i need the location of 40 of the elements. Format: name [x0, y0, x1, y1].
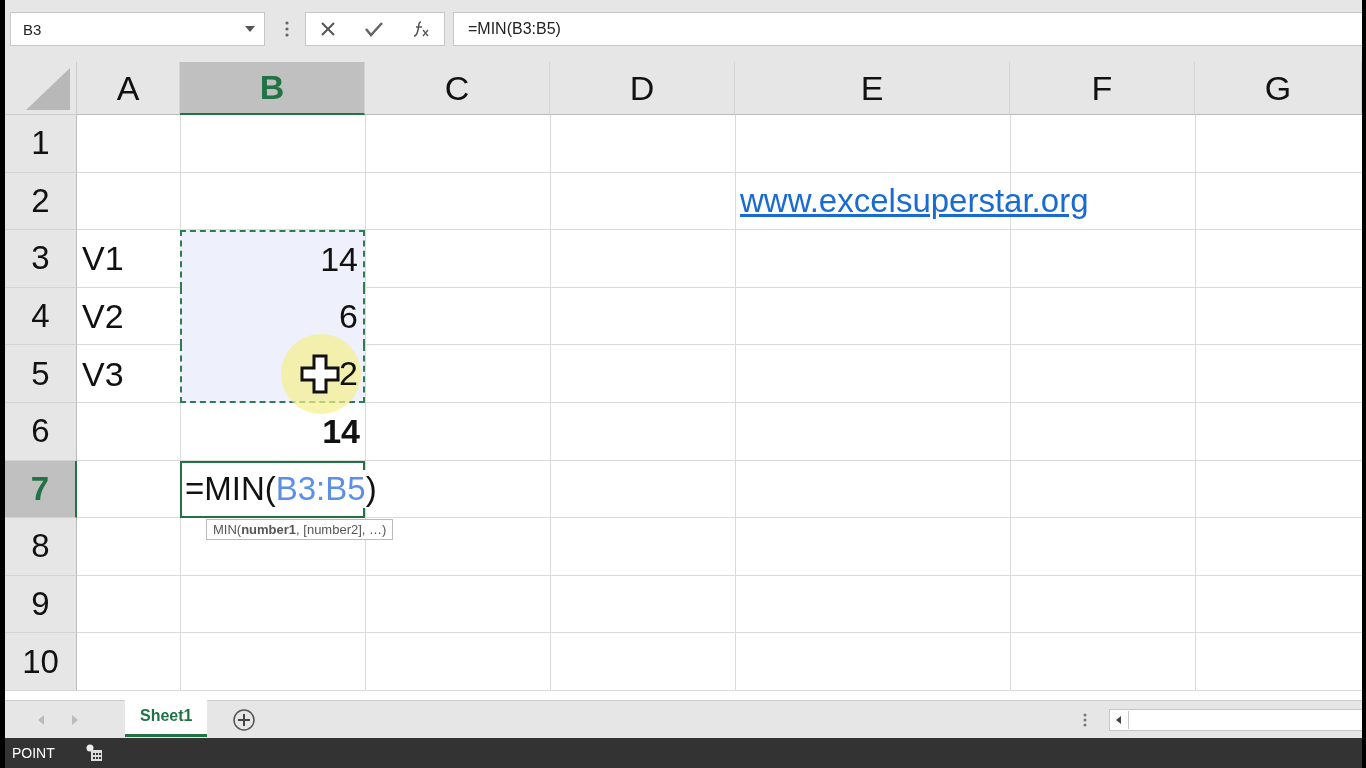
dropdown-caret-icon[interactable] — [244, 25, 256, 33]
cancel-icon[interactable] — [320, 21, 336, 37]
cell-value: 14 — [320, 240, 358, 280]
calculator-icon[interactable] — [84, 744, 103, 762]
row-header[interactable]: 8 — [5, 518, 77, 576]
checkmark-icon[interactable] — [364, 21, 384, 37]
active-cell-border[interactable] — [180, 460, 365, 519]
column-header[interactable]: C — [365, 62, 550, 115]
sheet-tab[interactable]: Sheet1 — [125, 698, 208, 737]
selected-range-cell[interactable]: 6 — [180, 287, 365, 346]
cell-value: 6 — [339, 297, 358, 337]
row-header[interactable]: 4 — [5, 287, 77, 346]
website-link[interactable]: www.excelsuperstar.org — [740, 182, 1089, 221]
cell-value: 2 — [339, 353, 358, 393]
formula-input[interactable]: =MIN(B3:B5) — [453, 12, 1362, 46]
horizontal-scrollbar[interactable] — [1109, 708, 1362, 731]
column-header[interactable]: D — [550, 62, 735, 115]
row-header[interactable]: 9 — [5, 575, 77, 634]
selected-range-cell[interactable]: 14 — [180, 230, 365, 288]
column-header[interactable]: A — [77, 62, 180, 115]
add-sheet-icon[interactable] — [233, 708, 256, 731]
row-header[interactable]: 2 — [5, 172, 77, 231]
name-box[interactable]: B3 — [10, 12, 265, 46]
more-options-icon[interactable] — [1083, 712, 1087, 727]
column-header[interactable]: E — [735, 62, 1010, 115]
row-header[interactable]: 3 — [5, 230, 77, 288]
function-icon[interactable] — [412, 20, 430, 38]
column-header[interactable]: F — [1010, 62, 1195, 115]
cell-text: V1 — [82, 239, 124, 279]
row-header[interactable]: 10 — [5, 633, 77, 691]
row-header[interactable]: 5 — [5, 345, 77, 403]
cell-value: 14 — [322, 412, 360, 452]
cell-text: V2 — [82, 297, 124, 337]
row-header[interactable]: 6 — [5, 402, 77, 461]
row-header[interactable]: 1 — [5, 115, 77, 173]
cell-text: V3 — [82, 354, 124, 394]
status-mode: POINT — [12, 745, 55, 761]
more-options-icon[interactable] — [285, 21, 289, 37]
column-header[interactable]: G — [1195, 62, 1362, 115]
function-tooltip: MIN(number1, [number2], …) — [206, 518, 394, 540]
